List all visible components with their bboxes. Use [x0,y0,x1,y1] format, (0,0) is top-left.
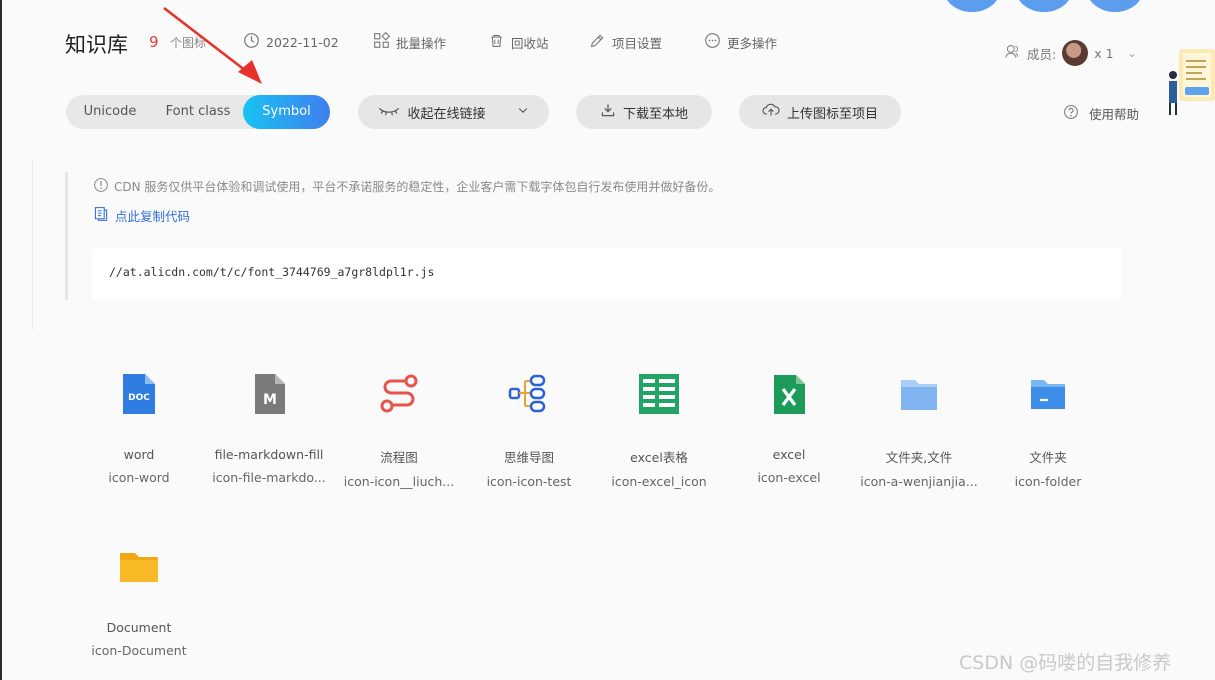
excel-file-icon [767,372,811,416]
tab-symbol[interactable]: Symbol [243,95,330,129]
mindmap-icon [507,372,551,416]
page: 知识库 9 个图标 2022-11-02 批量操作 回收站 项目设置 更多操作 … [0,0,1215,680]
chevron-down-icon: ⌄ [1127,46,1137,60]
icon-card-flowchart[interactable]: 流程图 icon-icon__liuch... [335,372,463,489]
tab-unicode[interactable]: Unicode [66,95,154,129]
date-info: 2022-11-02 [243,32,339,52]
icon-code: icon-excel_icon [611,474,707,489]
promo-illustration[interactable] [1165,45,1215,117]
trash-icon [488,32,505,52]
project-settings-label: 项目设置 [612,35,663,51]
cloud-upload-icon [762,102,780,122]
download-label: 下载至本地 [622,106,688,122]
project-settings-button[interactable]: 项目设置 [589,32,662,52]
batch-ops-label: 批量操作 [396,35,447,51]
icon-card-excel[interactable]: excel icon-excel [725,372,853,485]
date-label: 2022-11-02 [266,34,339,50]
icon-name: file-markdown-fill [214,447,324,462]
icon-name: excel [772,447,806,462]
batch-ops-button[interactable]: 批量操作 [373,31,447,52]
icon-count: 9 [149,33,159,51]
icon-card-folder[interactable]: 文件夹 icon-folder [984,372,1112,489]
icon-name: 思维导图 [503,450,554,465]
copy-icon [93,206,109,225]
collapse-link-label: 收起在线链接 [407,106,486,122]
upload-icons-button[interactable]: 上传图标至项目 [739,95,901,129]
icon-code: icon-file-markdo... [212,470,326,485]
markdown-file-icon: M [247,372,291,416]
copy-code-label: 点此复制代码 [115,209,191,224]
top-avatar[interactable] [944,0,1000,12]
members-count: x 1 [1094,45,1114,61]
cdn-code: //at.alicdn.com/t/c/font_3744769_a7gr8ld… [109,265,435,279]
code-type-tabs: Unicode Font class Symbol [66,95,330,129]
page-title: 知识库 [65,33,128,57]
members-info[interactable]: 成员: x 1 ⌄ [1004,40,1137,66]
avatar[interactable] [1062,40,1089,66]
svg-text:M: M [263,392,277,408]
folder-light-icon [897,372,941,416]
icon-card-mindmap[interactable]: 思维导图 icon-icon-test [465,372,593,489]
code-box[interactable]: //at.alicdn.com/t/c/font_3744769_a7gr8ld… [92,248,1121,299]
icon-name: 流程图 [380,450,418,465]
icon-card-word[interactable]: DOC word icon-word [75,372,203,485]
question-icon [1063,104,1079,123]
icon-code: icon-folder [1014,474,1082,489]
grid-icon [373,31,391,52]
icon-card-markdown[interactable]: M file-markdown-fill icon-file-markdo... [205,372,333,485]
copy-code-link[interactable]: 点此复制代码 [93,206,190,225]
watermark: CSDN @码喽的自我修养 [959,652,1172,674]
top-avatar[interactable] [1087,0,1143,12]
tab-font-class[interactable]: Font class [154,95,242,129]
divider [32,160,33,330]
recycle-bin-button[interactable]: 回收站 [488,32,549,52]
svg-text:DOC: DOC [128,393,150,403]
icon-card-document[interactable]: Document icon-Document [75,545,203,658]
upload-label: 上传图标至项目 [786,106,878,122]
spreadsheet-icon [637,372,681,416]
members-label: 成员: [1027,46,1057,62]
download-icon [600,102,616,122]
info-icon [93,177,109,196]
eye-closed-icon [378,103,400,121]
icon-name: 文件夹 [1029,450,1067,465]
cdn-notice-text: CDN 服务仅供平台体验和调试使用，平台不承诺服务的稳定性，企业客户需下载字体包… [114,180,721,194]
icon-count-label: 个图标 [170,36,207,50]
more-icon [704,32,721,52]
icon-name: word [123,447,155,462]
top-avatar[interactable] [1016,0,1072,12]
folder-yellow-icon [117,545,161,589]
chevron-down-icon [517,104,529,120]
folder-blue-icon [1026,372,1070,416]
icon-code: icon-excel [757,470,821,485]
flowchart-icon [377,372,421,416]
icon-card-excel-sheet[interactable]: excel表格 icon-excel_icon [595,372,723,489]
pencil-icon [589,32,606,52]
icon-code: icon-word [108,470,170,485]
icon-name: excel表格 [630,450,688,465]
members-icon [1004,43,1021,63]
icon-name: 文件夹,文件 [885,450,953,465]
icon-code: icon-icon-test [486,474,572,489]
collapse-link-button[interactable]: 收起在线链接 [358,95,549,129]
recycle-bin-label: 回收站 [511,35,549,51]
icon-code: icon-icon__liuch... [343,474,455,489]
icon-code: icon-Document [91,643,187,658]
icon-code: icon-a-wenjianjia... [860,474,978,489]
icon-name: Document [106,620,172,635]
more-ops-label: 更多操作 [727,35,778,51]
clock-icon [243,32,260,52]
doc-file-icon: DOC [117,372,161,416]
icon-card-folder-file[interactable]: 文件夹,文件 icon-a-wenjianjia... [855,372,983,489]
cdn-notice: CDN 服务仅供平台体验和调试使用，平台不承诺服务的稳定性，企业客户需下载字体包… [93,177,720,196]
help-link[interactable]: 使用帮助 [1063,104,1139,123]
download-button[interactable]: 下载至本地 [576,95,712,129]
help-label: 使用帮助 [1089,107,1140,122]
more-ops-button[interactable]: 更多操作 [704,32,777,52]
